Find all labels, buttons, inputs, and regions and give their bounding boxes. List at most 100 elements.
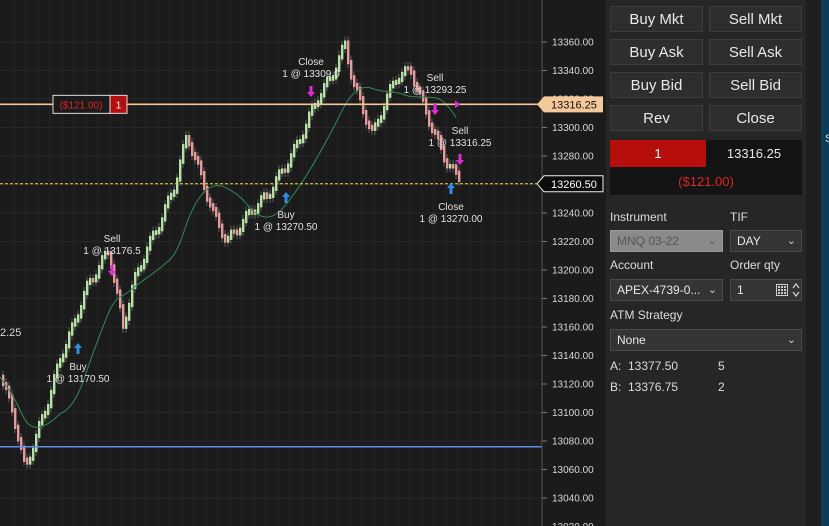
price-bar [407, 66, 410, 71]
price-bar [455, 164, 458, 175]
annotation-close-2-line-1: 1 @ 13270.00 [420, 214, 483, 225]
close-position-button[interactable]: Close [709, 105, 802, 131]
bid-price: 13376.75 [628, 380, 679, 394]
price-bar [245, 210, 248, 224]
price-bar [446, 158, 449, 169]
annotation-close-1-line-1: 1 @ 13309.0 [282, 69, 340, 80]
tif-label: TIF [730, 210, 748, 224]
chart-trader-panel: Buy Mkt Sell Mkt Buy Ask Sell Ask Buy Bi… [606, 0, 806, 526]
price-bar [248, 208, 251, 216]
price-bar [119, 289, 122, 309]
sell-ask-button[interactable]: Sell Ask [709, 39, 802, 65]
price-bar [263, 192, 266, 200]
annotation-sell-3-line-0: Sell [452, 126, 469, 137]
order-qty-input[interactable]: 1 [730, 279, 802, 301]
price-bar [233, 229, 236, 234]
price-bar [122, 304, 125, 329]
price-bar [260, 195, 263, 208]
adjacent-window-edge: Sa [806, 0, 829, 526]
axis-price-label: 13100.00 [552, 408, 594, 419]
position-quantity: 1 [610, 140, 706, 167]
price-bar [293, 143, 296, 158]
price-bar [380, 115, 383, 124]
price-bar [398, 77, 401, 85]
price-bar [152, 230, 155, 241]
position-qty-label: 1 [116, 100, 122, 111]
price-bar [86, 280, 89, 296]
annotation-sell-1-line-1: 1 @ 13176.5 [83, 246, 141, 257]
tif-select[interactable]: DAY ⌄ [730, 230, 802, 252]
price-bar [215, 207, 218, 217]
reverse-button[interactable]: Rev [610, 105, 703, 131]
adjacent-window-border [821, 0, 829, 526]
price-bar [68, 331, 71, 349]
price-chart[interactable]: Buy 1 @ 13170.50 Sell 1 @ 13176.5 Buy 1 @ 132… [0, 0, 606, 526]
price-bar [44, 410, 47, 419]
price-bar [146, 246, 149, 264]
ask-size: 5 [718, 359, 725, 373]
buy-market-button[interactable]: Buy Mkt [610, 6, 703, 32]
price-bar [320, 93, 323, 105]
price-bar [206, 185, 209, 202]
axis-price-label: 13060.00 [552, 465, 594, 476]
stepper-arrows-icon[interactable] [792, 282, 800, 298]
price-bar [209, 197, 212, 208]
price-bar [194, 151, 197, 161]
annotation-sell-3-line-1: 1 @ 13316.25 [429, 138, 492, 149]
price-bar [14, 408, 17, 429]
price-bar [188, 134, 191, 147]
price-bar [227, 235, 230, 243]
price-bar [38, 420, 41, 439]
calculator-icon[interactable] [776, 284, 788, 296]
account-select[interactable]: APEX-4739-0... ⌄ [610, 279, 723, 301]
price-bar [176, 177, 179, 194]
price-bar [224, 233, 227, 243]
sell-bid-button[interactable]: Sell Bid [709, 72, 802, 98]
price-bar [83, 290, 86, 310]
buy-bid-button[interactable]: Buy Bid [610, 72, 703, 98]
buy-ask-button[interactable]: Buy Ask [610, 39, 703, 65]
axis-price-label: 13140.00 [552, 351, 594, 362]
price-bar [431, 122, 434, 134]
bid-size: 2 [718, 380, 725, 394]
price-bar [281, 168, 284, 174]
ask-price: 13377.50 [628, 359, 679, 373]
atm-strategy-select[interactable]: None ⌄ [610, 329, 802, 351]
price-bar [218, 212, 221, 228]
adjacent-window-text: Sa [825, 133, 829, 145]
price-bar [350, 59, 353, 80]
price-bar [74, 318, 77, 327]
instrument-value: MNQ 03-22 [617, 234, 680, 248]
price-bar [371, 124, 374, 131]
price-bar [23, 445, 26, 462]
price-bar [20, 437, 23, 450]
price-bar [290, 153, 293, 168]
price-bar [458, 170, 461, 182]
account-label: Account [610, 258, 654, 272]
sell-market-button[interactable]: Sell Mkt [709, 6, 802, 32]
price-bar [323, 83, 326, 98]
price-bar [236, 229, 239, 236]
price-bar [272, 186, 275, 199]
chart-canvas[interactable]: Buy1 @ 13170.50Sell1 @ 13176.5Buy1 @ 132… [0, 0, 606, 526]
price-bar [311, 104, 314, 116]
price-bar [47, 403, 50, 416]
atm-strategy-label: ATM Strategy [610, 308, 683, 322]
price-bar [428, 110, 431, 127]
price-bar [32, 447, 35, 461]
price-bar [449, 163, 452, 169]
price-bar [29, 456, 32, 465]
price-bar [149, 235, 152, 251]
annotation-close-1-line-0: Close [298, 57, 324, 68]
chevron-down-icon: ⌄ [786, 235, 796, 247]
price-bar [17, 424, 20, 442]
price-bar [242, 218, 245, 233]
axis-price-label: 13360.00 [552, 38, 594, 49]
chevron-down-icon: ⌄ [707, 284, 717, 296]
price-bar [164, 204, 167, 222]
price-bar [404, 66, 407, 77]
price-bar [161, 217, 164, 232]
instrument-select[interactable]: MNQ 03-22 ⌄ [610, 230, 723, 252]
axis-price-label: 13120.00 [552, 380, 594, 391]
axis-price-label: 13220.00 [552, 237, 594, 248]
